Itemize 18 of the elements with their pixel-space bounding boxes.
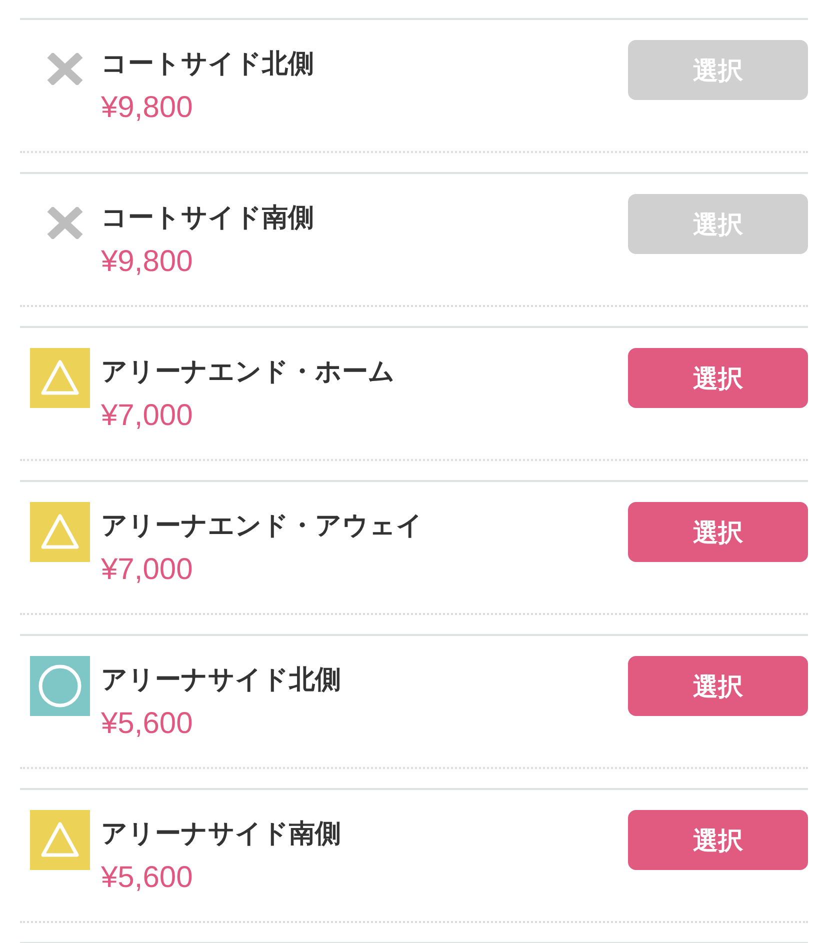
seat-name: アリーナエンド・ホーム	[101, 356, 395, 388]
select-button[interactable]: 選択	[628, 348, 808, 408]
price-text: ¥9,800	[101, 246, 193, 278]
select-button[interactable]: 選択	[628, 656, 808, 716]
price-text: ¥7,000	[101, 554, 193, 586]
price-text: ¥7,000	[101, 400, 193, 432]
select-button[interactable]: 選択	[628, 502, 808, 562]
price-text: ¥5,600	[101, 862, 193, 894]
select-button[interactable]: 選択	[628, 810, 808, 870]
seat-name: アリーナサイド南側	[101, 818, 341, 850]
seat-name: コートサイド南側	[101, 202, 314, 234]
price-text: ¥9,800	[101, 92, 193, 124]
price-text: ¥5,600	[101, 708, 193, 740]
seat-name: コートサイド北側	[101, 48, 314, 80]
seat-name: アリーナエンド・アウェイ	[101, 510, 423, 542]
cross-icon	[47, 53, 83, 85]
cross-icon	[47, 207, 83, 239]
seat-name: アリーナサイド北側	[101, 664, 341, 696]
